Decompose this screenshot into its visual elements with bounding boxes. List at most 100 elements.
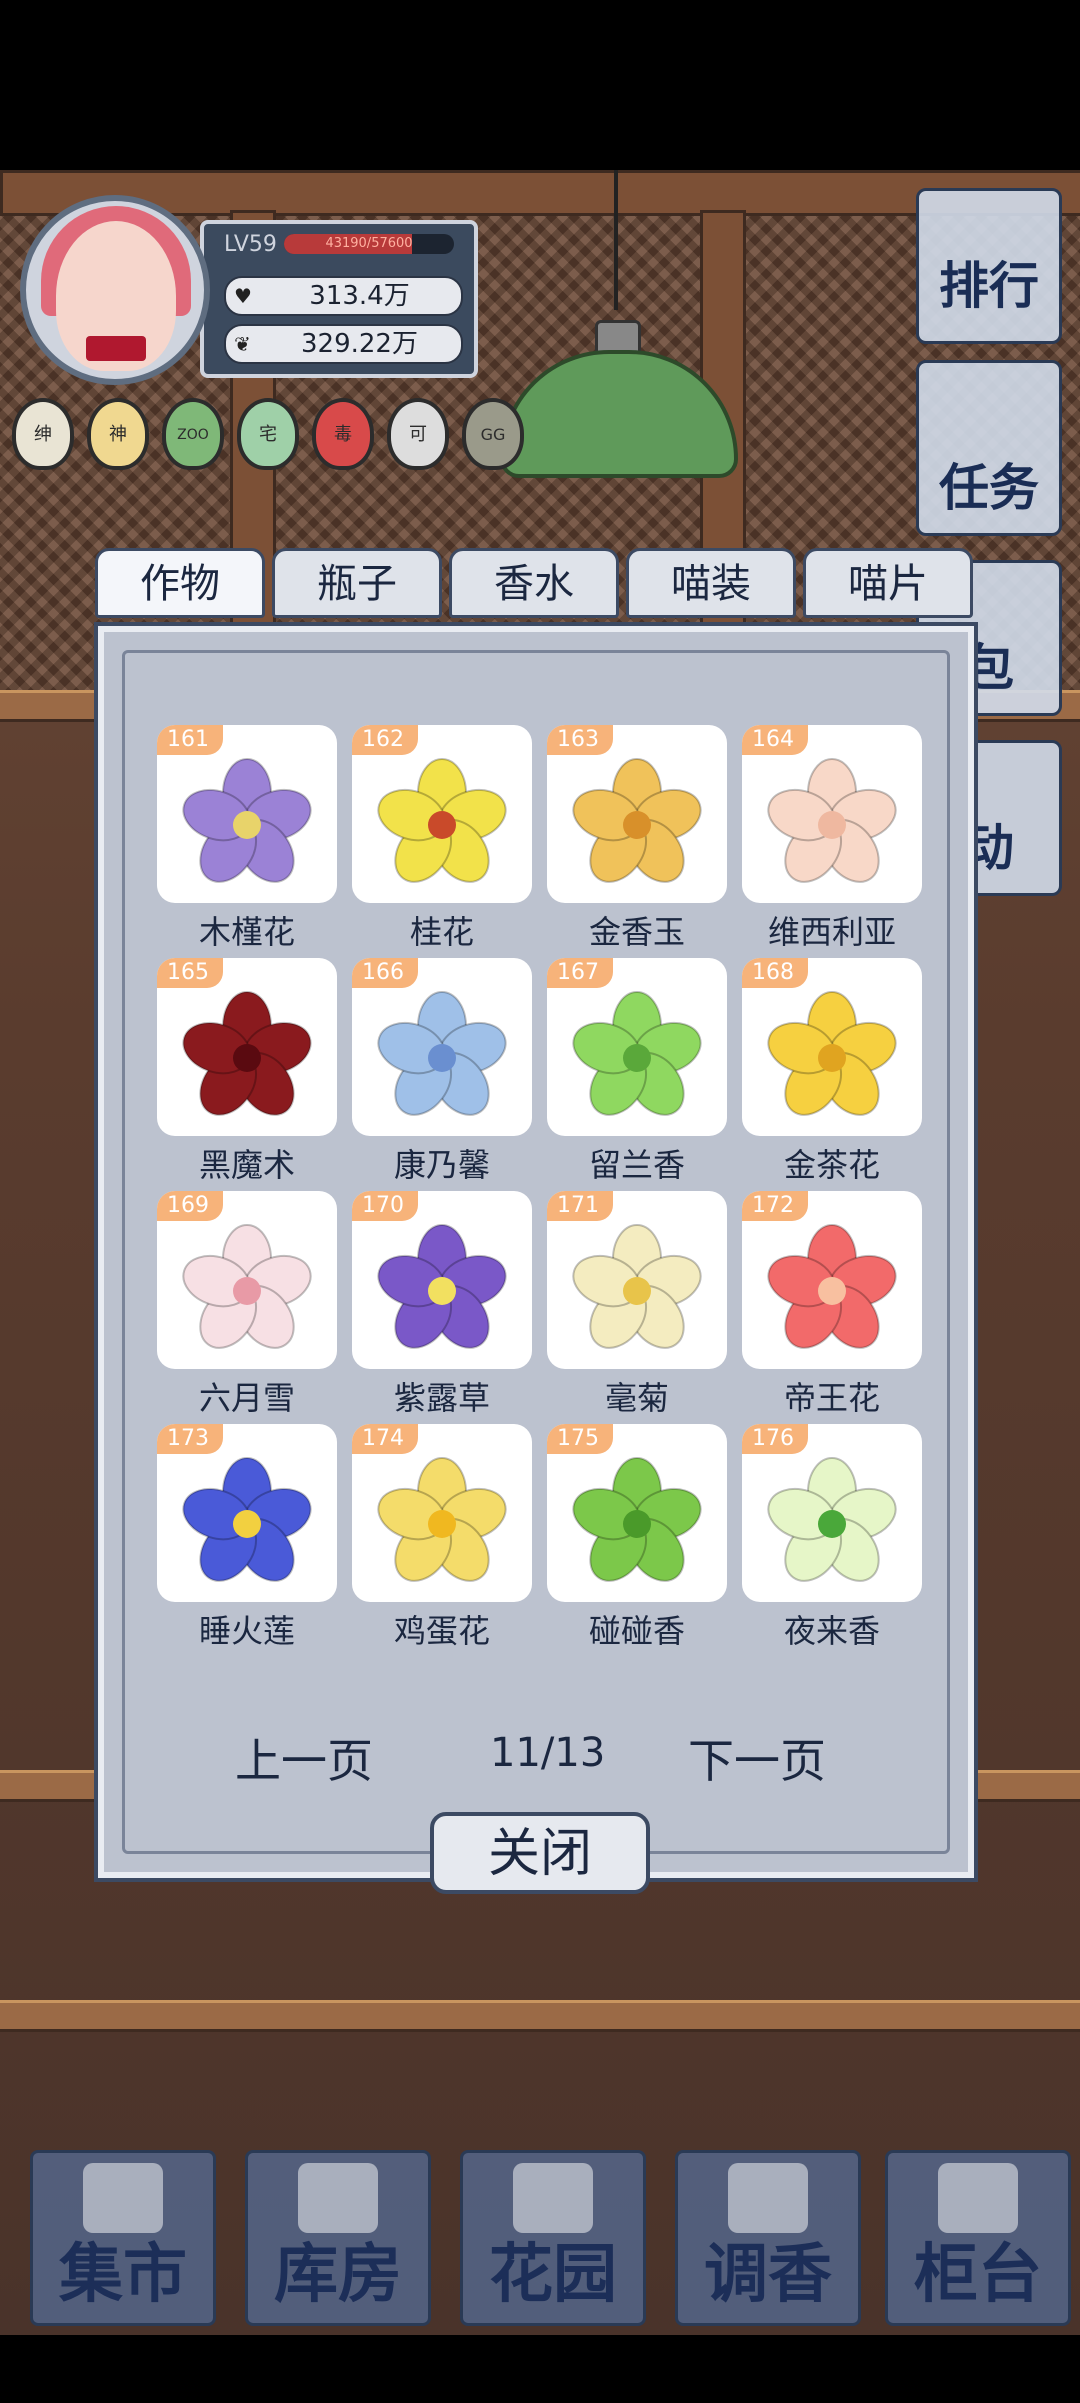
flower-number-badge: 171	[547, 1191, 613, 1221]
flower-icon	[767, 1457, 897, 1582]
flower-card[interactable]: 172	[742, 1191, 922, 1369]
flower-card[interactable]: 163	[547, 725, 727, 903]
stat-row-1: ♥ 313.4万	[224, 276, 463, 316]
nav-counter[interactable]: 柜台	[885, 2150, 1071, 2326]
flower-card[interactable]: 170	[352, 1191, 532, 1369]
prev-page-button[interactable]: 上一页	[235, 1725, 373, 1791]
flower-icon	[572, 1224, 702, 1349]
tab-bottles[interactable]: 瓶子	[272, 548, 442, 618]
bottom-nav: 集市 库房 花园 调香 柜台	[0, 2130, 1080, 2330]
ranking-button[interactable]: 排行	[916, 188, 1062, 344]
flower-icon	[377, 991, 507, 1116]
flower-name: 帝王花	[783, 1379, 880, 1417]
flower-number-badge: 174	[352, 1424, 418, 1454]
flower-number-badge: 162	[352, 725, 418, 755]
flower-icon	[377, 758, 507, 883]
xp-bar: 43190/57600	[284, 234, 454, 254]
stat-value-2: 329.22万	[301, 329, 418, 359]
player-stats-box: LV59 43190/57600 ♥ 313.4万 ❦ 329.22万	[200, 220, 478, 378]
flower-number-badge: 175	[547, 1424, 613, 1454]
badge-5[interactable]: 毒	[312, 398, 374, 470]
flower-icon	[377, 1457, 507, 1582]
flower-name: 黑魔术	[198, 1146, 295, 1184]
flower-name: 木槿花	[198, 913, 295, 951]
title-badges: 绅 神 ZOO 宅 毒 可 GG	[12, 398, 524, 478]
flower-name: 金香玉	[588, 913, 685, 951]
player-profile[interactable]: LV59 43190/57600 ♥ 313.4万 ❦ 329.22万	[10, 195, 478, 385]
tasks-button[interactable]: 任务	[916, 360, 1062, 536]
flower-card[interactable]: 168	[742, 958, 922, 1136]
flower-number-badge: 169	[157, 1191, 223, 1221]
badge-2[interactable]: 神	[87, 398, 149, 470]
flower-card[interactable]: 166	[352, 958, 532, 1136]
tasks-label: 任务	[939, 459, 1039, 517]
ranking-icon	[919, 191, 1059, 261]
flower-number-badge: 165	[157, 958, 223, 988]
flower-card[interactable]: 167	[547, 958, 727, 1136]
flower-icon	[767, 991, 897, 1116]
tab-perfume[interactable]: 香水	[449, 548, 619, 618]
flower-icon	[767, 758, 897, 883]
flower-number-badge: 168	[742, 958, 808, 988]
avatar[interactable]	[20, 195, 210, 385]
badge-7[interactable]: GG	[462, 398, 524, 470]
flower-card[interactable]: 173	[157, 1424, 337, 1602]
flower-name: 紫露草	[393, 1379, 490, 1417]
flower-number-badge: 173	[157, 1424, 223, 1454]
clipboard-icon	[919, 363, 1059, 463]
flower-icon	[182, 758, 312, 883]
xp-text: 43190/57600	[325, 236, 413, 251]
close-button[interactable]: 关闭	[430, 1812, 650, 1894]
ranking-label: 排行	[939, 257, 1039, 315]
flower-card[interactable]: 171	[547, 1191, 727, 1369]
flower-card[interactable]: 175	[547, 1424, 727, 1602]
flower-name: 毫菊	[604, 1379, 669, 1417]
badge-1[interactable]: 绅	[12, 398, 74, 470]
flower-icon	[572, 758, 702, 883]
flower-name: 桂花	[409, 913, 474, 951]
flower-icon	[182, 991, 312, 1116]
flower-name: 维西利亚	[767, 913, 896, 951]
flower-card[interactable]: 174	[352, 1424, 532, 1602]
flower-name: 金茶花	[783, 1146, 880, 1184]
flower-name: 鸡蛋花	[393, 1612, 490, 1650]
flower-name: 留兰香	[588, 1146, 685, 1184]
flower-card[interactable]: 169	[157, 1191, 337, 1369]
flower-name: 碰碰香	[588, 1612, 685, 1650]
flower-card[interactable]: 165	[157, 958, 337, 1136]
flower-icon	[182, 1224, 312, 1349]
flower-icon	[572, 991, 702, 1116]
badge-3[interactable]: ZOO	[162, 398, 224, 470]
nav-perfume[interactable]: 调香	[675, 2150, 861, 2326]
next-page-button[interactable]: 下一页	[688, 1725, 826, 1791]
flower-icon	[377, 1224, 507, 1349]
badge-4[interactable]: 宅	[237, 398, 299, 470]
badge-6[interactable]: 可	[387, 398, 449, 470]
tab-cat-cards[interactable]: 喵片	[803, 548, 973, 618]
tab-cat-outfits[interactable]: 喵装	[626, 548, 796, 618]
flower-number-badge: 170	[352, 1191, 418, 1221]
flower-name: 六月雪	[198, 1379, 295, 1417]
flower-name: 夜来香	[783, 1612, 880, 1650]
nav-warehouse[interactable]: 库房	[245, 2150, 431, 2326]
shelf-lower	[0, 2000, 1080, 2032]
leaf-icon: ❦	[234, 332, 251, 356]
flower-card[interactable]: 162	[352, 725, 532, 903]
flower-card[interactable]: 161	[157, 725, 337, 903]
tab-crops[interactable]: 作物	[95, 548, 265, 618]
flower-card[interactable]: 164	[742, 725, 922, 903]
flower-icon	[572, 1457, 702, 1582]
heart-icon: ♥	[234, 284, 252, 308]
flower-name: 睡火莲	[198, 1612, 295, 1650]
flower-number-badge: 172	[742, 1191, 808, 1221]
flower-card[interactable]: 176	[742, 1424, 922, 1602]
flower-number-badge: 176	[742, 1424, 808, 1454]
flower-icon	[767, 1224, 897, 1349]
flower-number-badge: 164	[742, 725, 808, 755]
nav-garden[interactable]: 花园	[460, 2150, 646, 2326]
collection-tabs: 作物 瓶子 香水 喵装 喵片	[95, 548, 975, 620]
nav-market[interactable]: 集市	[30, 2150, 216, 2326]
flower-number-badge: 166	[352, 958, 418, 988]
hanging-lamp	[500, 310, 738, 478]
flower-icon	[182, 1457, 312, 1582]
